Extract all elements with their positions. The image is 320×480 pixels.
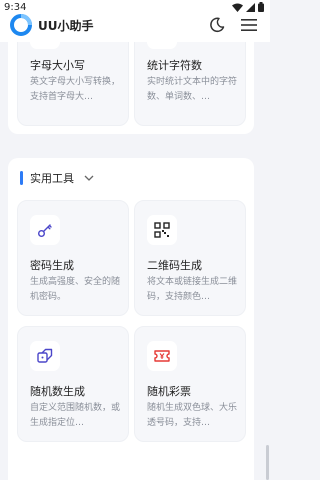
- app-logo-icon: [10, 14, 32, 36]
- wifi-icon: [232, 3, 243, 12]
- chevron-down-icon[interactable]: [84, 175, 94, 182]
- section-accent-bar: [20, 171, 23, 185]
- tool-card-password[interactable]: 密码生成 生成高强度、安全的随机密码。: [17, 200, 129, 316]
- key-icon: [38, 224, 52, 237]
- tool-card-description: 生成高强度、安全的随机密码。: [30, 277, 121, 302]
- tool-card-description: 将文本或链接生成二维码，支持颜色…: [147, 277, 238, 302]
- tool-card-title: 随机彩票: [147, 385, 191, 398]
- status-bar: 9:34: [0, 0, 270, 14]
- tool-card-title: 二维码生成: [147, 259, 202, 272]
- status-time: 9:34: [4, 1, 27, 13]
- scrollbar-thumb[interactable]: [266, 445, 269, 480]
- signal-icon: [246, 2, 255, 12]
- utility-tools-panel: 实用工具 密码生成 生成高强度、安全的随机密码。 二维码生成 将文本或链接生成二…: [8, 158, 254, 480]
- tool-card-qr-code[interactable]: 二维码生成 将文本或链接生成二维码，支持颜色…: [134, 200, 246, 316]
- qr-code-icon: [154, 222, 170, 238]
- theme-toggle-button[interactable]: [206, 14, 228, 36]
- tool-card-title: 统计字符数: [147, 59, 202, 72]
- tool-card-random-number[interactable]: 随机数生成 自定义范围随机数，或生成指定位…: [17, 326, 129, 442]
- ticket-icon: [154, 350, 170, 362]
- tool-card-description: 自定义范围随机数，或生成指定位…: [30, 403, 121, 428]
- battery-icon: [258, 2, 264, 12]
- main-content[interactable]: 字母大小写 英文字母大小写转换，支持首字母大… 统计字符数 实时统计文本中的字符…: [0, 42, 270, 480]
- section-header[interactable]: 实用工具: [20, 170, 94, 186]
- app-title: UU小助手: [38, 18, 94, 33]
- hamburger-menu-icon: [241, 19, 257, 31]
- tool-card-char-count[interactable]: 统计字符数 实时统计文本中的字符数、单词数、…: [134, 42, 246, 126]
- tool-card-title: 随机数生成: [30, 385, 85, 398]
- tool-card-description: 实时统计文本中的字符数、单词数、…: [147, 77, 238, 102]
- tool-card-title: 密码生成: [30, 259, 74, 272]
- tool-card-title: 字母大小写: [30, 59, 85, 72]
- tool-card-description: 随机生成双色球、大乐透号码，支持…: [147, 403, 238, 428]
- menu-button[interactable]: [238, 14, 260, 36]
- tool-card-random-lottery[interactable]: 随机彩票 随机生成双色球、大乐透号码，支持…: [134, 326, 246, 442]
- section-title: 实用工具: [30, 172, 74, 185]
- tool-card-letter-case[interactable]: 字母大小写 英文字母大小写转换，支持首字母大…: [17, 42, 129, 126]
- text-tools-panel: 字母大小写 英文字母大小写转换，支持首字母大… 统计字符数 实时统计文本中的字符…: [8, 42, 254, 134]
- tool-card-description: 英文字母大小写转换，支持首字母大…: [30, 77, 121, 102]
- moon-icon: [210, 17, 225, 33]
- dice-icon: [37, 348, 53, 363]
